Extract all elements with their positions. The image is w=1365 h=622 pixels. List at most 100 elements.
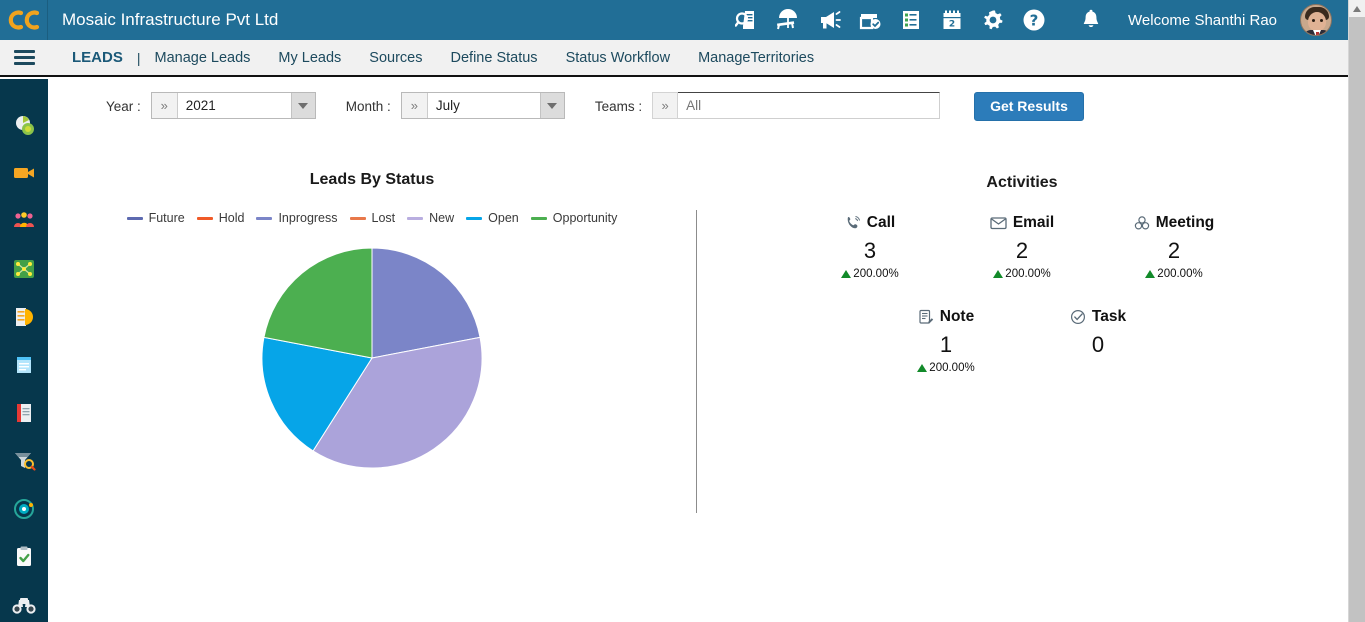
teams-label: Teams : bbox=[594, 99, 643, 114]
month-dropdown-button[interactable] bbox=[539, 93, 564, 118]
activity-header-note: Note bbox=[870, 308, 1022, 326]
help-icon[interactable]: ? bbox=[1020, 6, 1048, 34]
year-dropdown-button[interactable] bbox=[290, 93, 315, 118]
activity-value-meeting: 2 bbox=[1167, 238, 1181, 263]
activities-row-2: Note 1 200.00% Task 0 bbox=[696, 308, 1348, 374]
sidebar-item-reports[interactable] bbox=[0, 293, 48, 341]
legend-item-inprogress[interactable]: Inprogress bbox=[256, 211, 338, 225]
activity-label-call: Call bbox=[866, 214, 896, 231]
legend-item-hold[interactable]: Hold bbox=[196, 211, 244, 225]
left-sidebar bbox=[0, 79, 48, 622]
activity-label-task: Task bbox=[1091, 308, 1127, 325]
activity-change-value-note: 200.00% bbox=[929, 362, 975, 374]
activity-header-meeting: Meeting bbox=[1098, 214, 1250, 232]
nav-item-status-workflow[interactable]: Status Workflow bbox=[552, 50, 685, 66]
sidebar-item-dashboard[interactable] bbox=[0, 101, 48, 149]
meeting-icon bbox=[1134, 216, 1149, 230]
legend-label-opportunity: Opportunity bbox=[552, 211, 618, 225]
video-camera-icon bbox=[14, 168, 34, 178]
year-label: Year : bbox=[106, 99, 141, 114]
teams-chevron-icon[interactable]: » bbox=[652, 92, 679, 119]
nav-item-leads[interactable]: LEADS bbox=[58, 49, 137, 66]
sidebar-item-documents[interactable] bbox=[0, 389, 48, 437]
activity-label-note: Note bbox=[939, 308, 975, 325]
sidebar-item-explore[interactable] bbox=[0, 581, 48, 622]
company-logo[interactable] bbox=[0, 0, 48, 40]
dashboard-panels: Leads By Status Future Hold Inprogress L… bbox=[48, 129, 1348, 599]
month-chevron-icon[interactable]: » bbox=[401, 93, 428, 118]
get-results-button[interactable]: Get Results bbox=[974, 92, 1084, 121]
team-people-icon bbox=[14, 212, 34, 227]
activity-card-call[interactable]: Call 3 200.00% bbox=[794, 214, 946, 280]
nav-item-manage-leads[interactable]: Manage Leads bbox=[140, 50, 264, 66]
nav-item-define-status[interactable]: Define Status bbox=[437, 50, 552, 66]
top-header-bar: Mosaic Infrastructure Pvt Ltd 2 ? Welcom… bbox=[0, 0, 1348, 40]
activity-label-email: Email bbox=[1012, 214, 1055, 231]
filter-toolbar: Year : » 2021 Month : » July Teams : » G… bbox=[48, 79, 1348, 129]
legend-swatch-hold bbox=[196, 216, 213, 220]
sidebar-item-media[interactable] bbox=[0, 149, 48, 197]
activity-card-note[interactable]: Note 1 200.00% bbox=[870, 308, 1022, 374]
megaphone-icon[interactable] bbox=[815, 6, 843, 34]
scroll-up-arrow-icon[interactable] bbox=[1349, 0, 1365, 17]
chart-title: Leads By Status bbox=[309, 171, 435, 188]
sidebar-item-teams[interactable] bbox=[0, 197, 48, 245]
activity-value-call: 3 bbox=[863, 238, 877, 263]
site-visit-icon[interactable] bbox=[774, 6, 802, 34]
legend-swatch-inprogress bbox=[256, 216, 273, 220]
gear-icon[interactable] bbox=[979, 6, 1007, 34]
search-document-icon[interactable] bbox=[733, 6, 761, 34]
network-map-icon bbox=[14, 260, 34, 278]
legend-item-lost[interactable]: Lost bbox=[349, 211, 396, 225]
calendar-icon[interactable]: 2 bbox=[938, 6, 966, 34]
user-avatar[interactable] bbox=[1300, 4, 1332, 36]
teams-input[interactable] bbox=[678, 92, 941, 119]
cc-logo-icon bbox=[8, 10, 39, 30]
scrollbar-thumb[interactable] bbox=[1349, 17, 1365, 622]
notepad-icon bbox=[17, 357, 31, 373]
legend-item-new[interactable]: New bbox=[407, 211, 454, 225]
activity-card-email[interactable]: Email 2 200.00% bbox=[946, 214, 1098, 280]
checklist-icon[interactable] bbox=[897, 6, 925, 34]
legend-item-future[interactable]: Future bbox=[126, 211, 185, 225]
nav-item-manage-territories[interactable]: ManageTerritories bbox=[684, 50, 828, 66]
legend-label-inprogress: Inprogress bbox=[278, 211, 338, 225]
envelope-icon bbox=[990, 217, 1007, 230]
activity-change-meeting: 200.00% bbox=[1098, 268, 1250, 280]
activity-header-email: Email bbox=[946, 214, 1098, 232]
year-select[interactable]: » 2021 bbox=[150, 92, 316, 119]
legend-label-lost: Lost bbox=[371, 211, 396, 225]
menu-toggle-button[interactable] bbox=[0, 50, 48, 65]
activity-change-value-meeting: 200.00% bbox=[1157, 268, 1203, 280]
activity-value-note: 1 bbox=[939, 332, 953, 357]
legend-item-open[interactable]: Open bbox=[466, 211, 519, 225]
legend-swatch-opportunity bbox=[530, 216, 547, 220]
funnel-search-icon bbox=[15, 453, 36, 471]
calendar-check-icon[interactable] bbox=[856, 6, 884, 34]
activity-change-note: 200.00% bbox=[870, 362, 1022, 374]
teams-select[interactable]: » bbox=[652, 92, 941, 119]
page-scrollbar[interactable] bbox=[1348, 0, 1365, 622]
legend-swatch-open bbox=[466, 216, 483, 220]
pie-chart[interactable] bbox=[261, 247, 483, 469]
sidebar-item-filters[interactable] bbox=[0, 437, 48, 485]
sidebar-item-notes[interactable] bbox=[0, 341, 48, 389]
activity-card-task[interactable]: Task 0 bbox=[1022, 308, 1174, 374]
pie-chart-wrapper bbox=[48, 247, 696, 469]
activity-change-call: 200.00% bbox=[794, 268, 946, 280]
notification-bell-icon[interactable] bbox=[1077, 6, 1105, 34]
sidebar-item-network[interactable] bbox=[0, 245, 48, 293]
up-arrow-icon bbox=[993, 270, 1004, 278]
month-select[interactable]: » July bbox=[400, 92, 565, 119]
activity-value-task: 0 bbox=[1091, 332, 1105, 357]
nav-item-sources[interactable]: Sources bbox=[355, 50, 436, 66]
year-chevron-icon[interactable]: » bbox=[151, 93, 178, 118]
sidebar-item-targets[interactable] bbox=[0, 485, 48, 533]
legend-item-opportunity[interactable]: Opportunity bbox=[530, 211, 618, 225]
nav-item-my-leads[interactable]: My Leads bbox=[264, 50, 355, 66]
nav-items: LEADS | Manage Leads My Leads Sources De… bbox=[58, 49, 828, 66]
month-label: Month : bbox=[345, 99, 391, 114]
activity-card-meeting[interactable]: Meeting 2 200.00% bbox=[1098, 214, 1250, 280]
legend-swatch-future bbox=[126, 216, 143, 220]
sidebar-item-approvals[interactable] bbox=[0, 533, 48, 581]
